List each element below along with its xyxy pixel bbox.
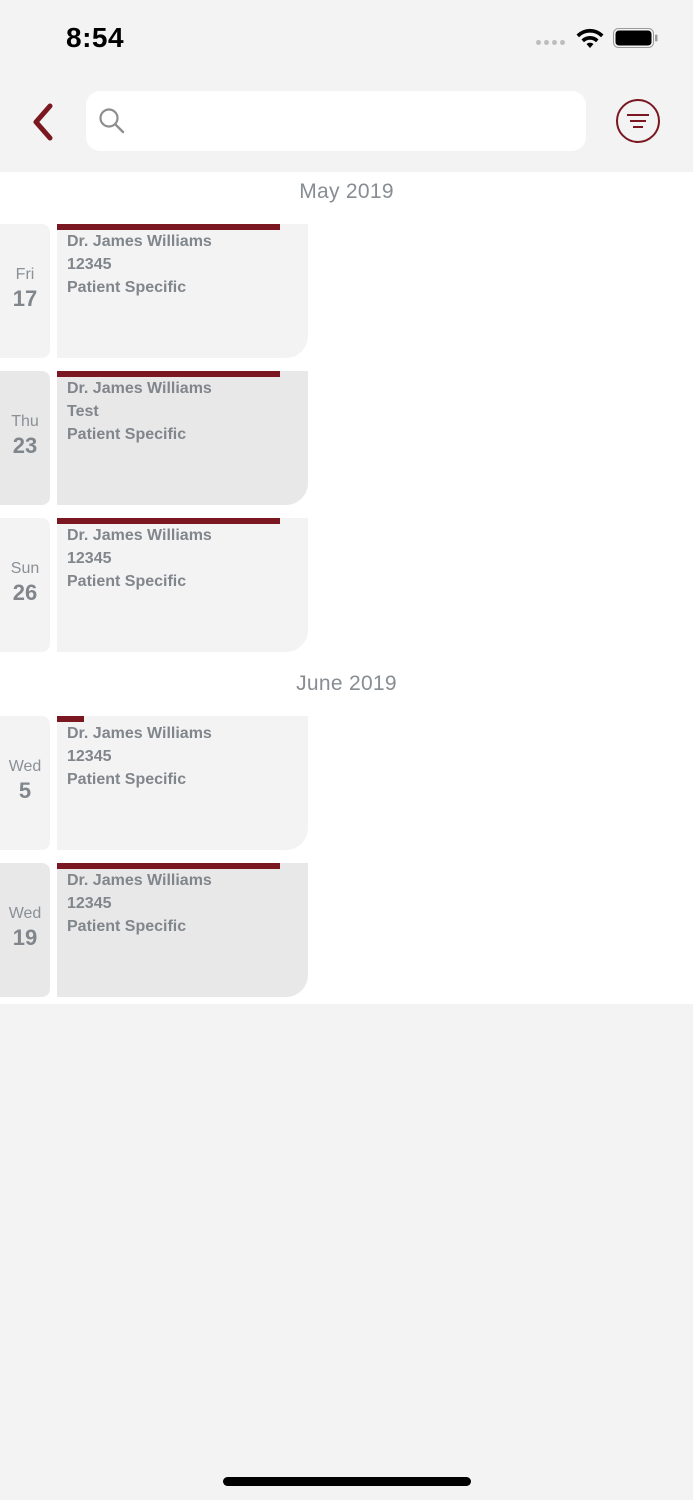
date-number: 5 — [18, 778, 32, 803]
event-type: Patient Specific — [67, 279, 187, 296]
event-detail: 12345 — [67, 748, 112, 765]
back-button[interactable] — [26, 100, 62, 144]
event-card[interactable]: Dr. James Williams 12345 Patient Specifi… — [57, 224, 308, 358]
event-card[interactable]: Dr. James Williams 12345 Patient Specifi… — [57, 716, 308, 850]
weekday-label: Sun — [10, 560, 40, 577]
weekday-label: Thu — [11, 413, 39, 430]
event-card[interactable]: Dr. James Williams Test Patient Specific — [57, 371, 308, 505]
date-number: 19 — [12, 925, 38, 950]
home-indicator — [223, 1477, 471, 1486]
event-detail: 12345 — [67, 895, 112, 912]
event-type: Patient Specific — [67, 573, 187, 590]
status-bar: 8:54 — [0, 0, 693, 76]
doctor-name: Dr. James Williams — [67, 725, 212, 742]
doctor-name: Dr. James Williams — [67, 527, 212, 544]
progress-bar — [57, 716, 84, 722]
filter-button[interactable] — [616, 99, 660, 143]
chevron-left-icon — [33, 103, 53, 141]
doctor-name: Dr. James Williams — [67, 233, 212, 250]
event-type: Patient Specific — [67, 426, 187, 443]
date-cell: Thu 23 — [0, 371, 50, 505]
search-input[interactable] — [132, 91, 572, 151]
month-header: June 2019 — [296, 672, 397, 695]
month-header: May 2019 — [299, 180, 394, 203]
event-detail: Test — [67, 403, 99, 420]
search-icon — [99, 108, 125, 134]
weekday-label: Wed — [8, 758, 42, 775]
weekday-label: Wed — [8, 905, 42, 922]
event-card[interactable]: Dr. James Williams 12345 Patient Specifi… — [57, 518, 308, 652]
date-cell: Wed 5 — [0, 716, 50, 850]
event-type: Patient Specific — [67, 771, 187, 788]
search-box[interactable] — [86, 91, 586, 151]
app-screen: 8:54 May 2019 Fri 17 Dr. James Williams … — [0, 0, 693, 1500]
weekday-label: Fri — [15, 266, 35, 283]
doctor-name: Dr. James Williams — [67, 380, 212, 397]
doctor-name: Dr. James Williams — [67, 872, 212, 889]
progress-bar — [57, 224, 280, 230]
navigation-bar — [0, 76, 693, 172]
date-cell: Sun 26 — [0, 518, 50, 652]
date-number: 26 — [12, 580, 38, 605]
cellular-signal-icon — [536, 40, 565, 45]
date-number: 23 — [12, 433, 38, 458]
progress-bar — [57, 863, 280, 869]
date-number: 17 — [12, 286, 38, 311]
event-detail: 12345 — [67, 550, 112, 567]
date-cell: Wed 19 — [0, 863, 50, 997]
progress-bar — [57, 371, 280, 377]
status-time: 8:54 — [66, 22, 125, 53]
progress-bar — [57, 518, 280, 524]
event-card[interactable]: Dr. James Williams 12345 Patient Specifi… — [57, 863, 308, 997]
event-type: Patient Specific — [67, 918, 187, 935]
date-cell: Fri 17 — [0, 224, 50, 358]
battery-icon — [613, 28, 658, 48]
agenda-list: May 2019 Fri 17 Dr. James Williams 12345… — [0, 172, 693, 1004]
wifi-icon — [576, 28, 604, 48]
event-detail: 12345 — [67, 256, 112, 273]
